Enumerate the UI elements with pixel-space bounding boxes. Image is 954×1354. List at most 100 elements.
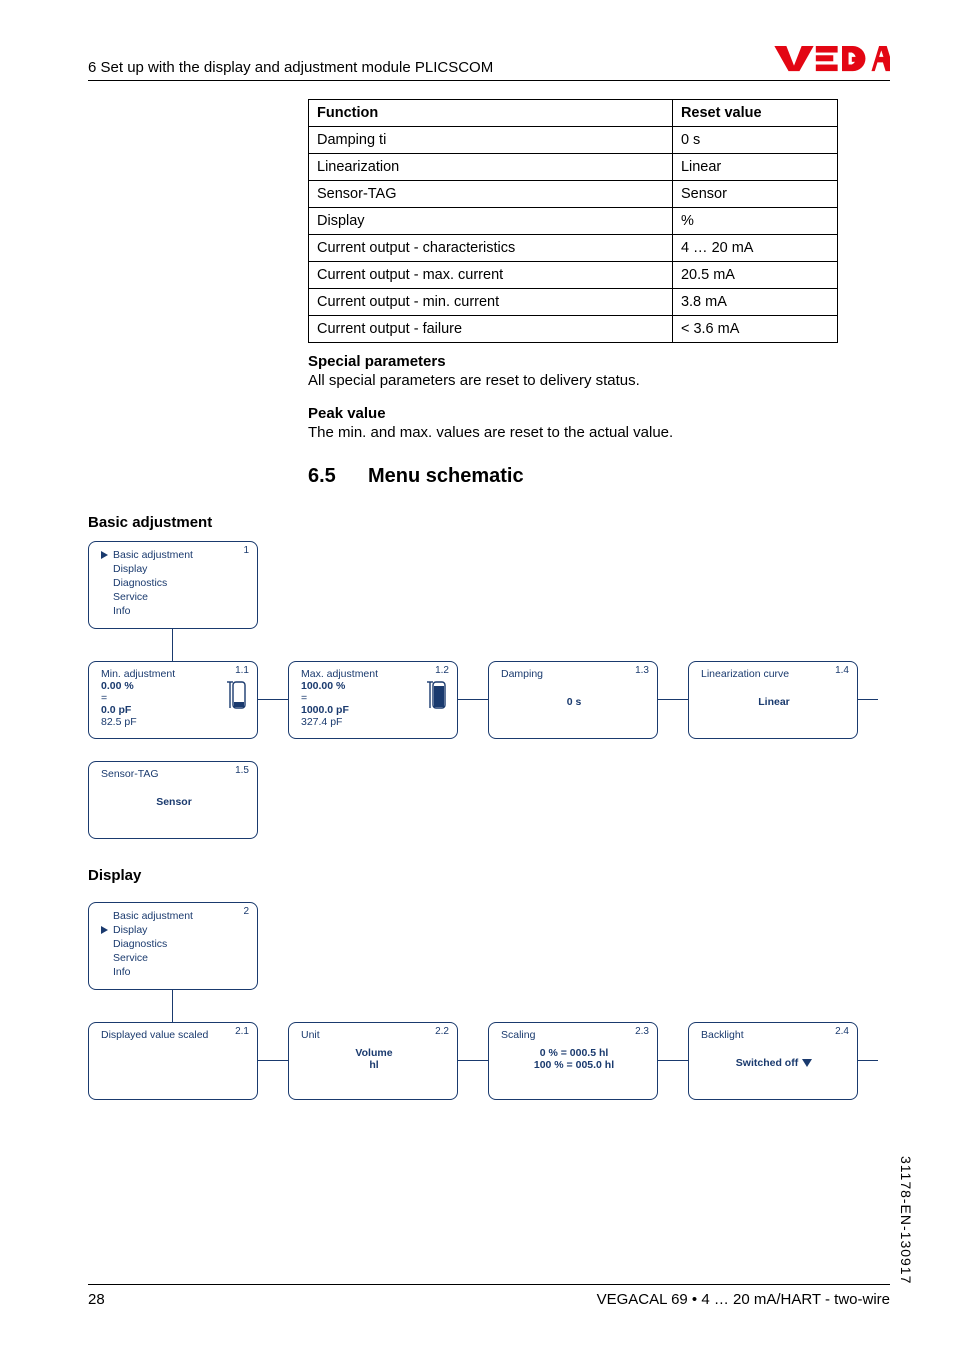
box-value: 0 s: [501, 696, 647, 708]
table-cell: Damping ti: [309, 127, 673, 154]
displayed-value-scaled-box: 2.1 Displayed value scaled: [88, 1022, 258, 1100]
box-title: Unit: [301, 1029, 447, 1041]
svg-text:VEGA: VEGA: [770, 40, 794, 44]
table-cell: Current output - characteristics: [309, 235, 673, 262]
menu-item: Service: [101, 590, 247, 604]
box-value: hl: [301, 1059, 447, 1071]
box-title: Sensor-TAG: [101, 768, 247, 780]
table-cell: Current output - failure: [309, 316, 673, 343]
damping-box: 1.3 Damping 0 s: [488, 661, 658, 739]
header-rule: [88, 80, 890, 81]
box-number: 1.3: [635, 665, 649, 676]
menu-box-display: 2 Basic adjustmentDisplayDiagnosticsServ…: [88, 902, 258, 990]
box-value: 0.00 %: [101, 680, 247, 692]
box-value: Volume: [301, 1047, 447, 1059]
tank-high-icon: [427, 678, 449, 712]
menu-item: Basic adjustment: [101, 548, 247, 562]
table-row: Sensor-TAGSensor: [309, 181, 838, 208]
box-title: Displayed value scaled: [101, 1029, 247, 1041]
basic-adjustment-label: Basic adjustment: [88, 514, 890, 531]
product-footer: VEGACAL 69 • 4 … 20 mA/HART - two-wire: [597, 1291, 890, 1308]
box-number: 1.2: [435, 665, 449, 676]
box-value: 327.4 pF: [301, 716, 447, 728]
table-row: Current output - max. current20.5 mA: [309, 262, 838, 289]
table-cell: Sensor: [672, 181, 837, 208]
box-title: Backlight: [701, 1029, 847, 1041]
box-value: 0 % = 000.5 hl: [501, 1047, 647, 1059]
box-value: 0.0 pF: [101, 704, 247, 716]
table-cell: 20.5 mA: [672, 262, 837, 289]
table-cell: Current output - max. current: [309, 262, 673, 289]
table-cell: Linearization: [309, 154, 673, 181]
box-value: Linear: [701, 696, 847, 708]
menu-item: Display: [101, 923, 247, 937]
chevron-down-icon: [802, 1059, 812, 1067]
box-number: 2.2: [435, 1026, 449, 1037]
box-number: 2.1: [235, 1026, 249, 1037]
table-cell: 3.8 mA: [672, 289, 837, 316]
linearization-box: 1.4 Linearization curve Linear: [688, 661, 858, 739]
page-number: 28: [88, 1291, 105, 1308]
menu-item: Info: [101, 965, 247, 979]
box-value: Switched off: [701, 1057, 847, 1069]
box-title: Max. adjustment: [301, 668, 447, 680]
table-cell: 0 s: [672, 127, 837, 154]
box-number: 2.4: [835, 1026, 849, 1037]
box-number: 1.1: [235, 665, 249, 676]
special-params-text: All special parameters are reset to deli…: [308, 372, 890, 389]
scaling-box: 2.3 Scaling 0 % = 000.5 hl 100 % = 005.0…: [488, 1022, 658, 1100]
table-cell: 4 … 20 mA: [672, 235, 837, 262]
vega-logo: VEGA: [770, 40, 890, 76]
reset-value-table: Function Reset value Damping ti0 sLinear…: [308, 99, 838, 343]
document-code: 31178-EN-130917: [898, 1156, 914, 1284]
box-value: Sensor: [101, 796, 247, 808]
box-number: 1.5: [235, 765, 249, 776]
box-value: 82.5 pF: [101, 716, 247, 728]
section-heading: 6 Set up with the display and adjustment…: [88, 59, 493, 76]
chapter-title: Menu schematic: [368, 465, 524, 488]
menu-box-basic: 1 Basic adjustmentDisplayDiagnosticsServ…: [88, 541, 258, 629]
unit-box: 2.2 Unit Volume hl: [288, 1022, 458, 1100]
menu-item: Display: [101, 562, 247, 576]
peak-value-text: The min. and max. values are reset to th…: [308, 424, 890, 441]
box-value: =: [301, 692, 447, 704]
table-cell: < 3.6 mA: [672, 316, 837, 343]
table-cell: Sensor-TAG: [309, 181, 673, 208]
table-row: LinearizationLinear: [309, 154, 838, 181]
table-cell: Linear: [672, 154, 837, 181]
backlight-box: 2.4 Backlight Switched off: [688, 1022, 858, 1100]
max-adjustment-box: 1.2 Max. adjustment 100.00 % = 1000.0 pF…: [288, 661, 458, 739]
min-adjustment-box: 1.1 Min. adjustment 0.00 % = 0.0 pF 82.5…: [88, 661, 258, 739]
table-row: Display%: [309, 208, 838, 235]
table-row: Current output - characteristics4 … 20 m…: [309, 235, 838, 262]
menu-item: Diagnostics: [101, 937, 247, 951]
peak-value-heading: Peak value: [308, 405, 890, 422]
box-title: Scaling: [501, 1029, 647, 1041]
box-value: 1000.0 pF: [301, 704, 447, 716]
box-value: 100.00 %: [301, 680, 447, 692]
box-value: =: [101, 692, 247, 704]
chapter-number: 6.5: [308, 465, 344, 488]
table-cell: %: [672, 208, 837, 235]
box-title: Min. adjustment: [101, 668, 247, 680]
special-params-heading: Special parameters: [308, 353, 890, 370]
box-title: Damping: [501, 668, 647, 680]
table-header: Function: [309, 100, 673, 127]
table-cell: Display: [309, 208, 673, 235]
table-cell: Current output - min. current: [309, 289, 673, 316]
box-title: Linearization curve: [701, 668, 847, 680]
box-number: 1.4: [835, 665, 849, 676]
menu-item: Info: [101, 604, 247, 618]
sensor-tag-box: 1.5 Sensor-TAG Sensor: [88, 761, 258, 839]
table-row: Current output - min. current3.8 mA: [309, 289, 838, 316]
tank-low-icon: [227, 678, 249, 712]
box-value: 100 % = 005.0 hl: [501, 1059, 647, 1071]
table-header: Reset value: [672, 100, 837, 127]
menu-item: Diagnostics: [101, 576, 247, 590]
table-row: Damping ti0 s: [309, 127, 838, 154]
display-label: Display: [88, 867, 890, 884]
box-number: 2.3: [635, 1026, 649, 1037]
footer-rule: [88, 1284, 890, 1285]
table-row: Current output - failure< 3.6 mA: [309, 316, 838, 343]
menu-item: Service: [101, 951, 247, 965]
